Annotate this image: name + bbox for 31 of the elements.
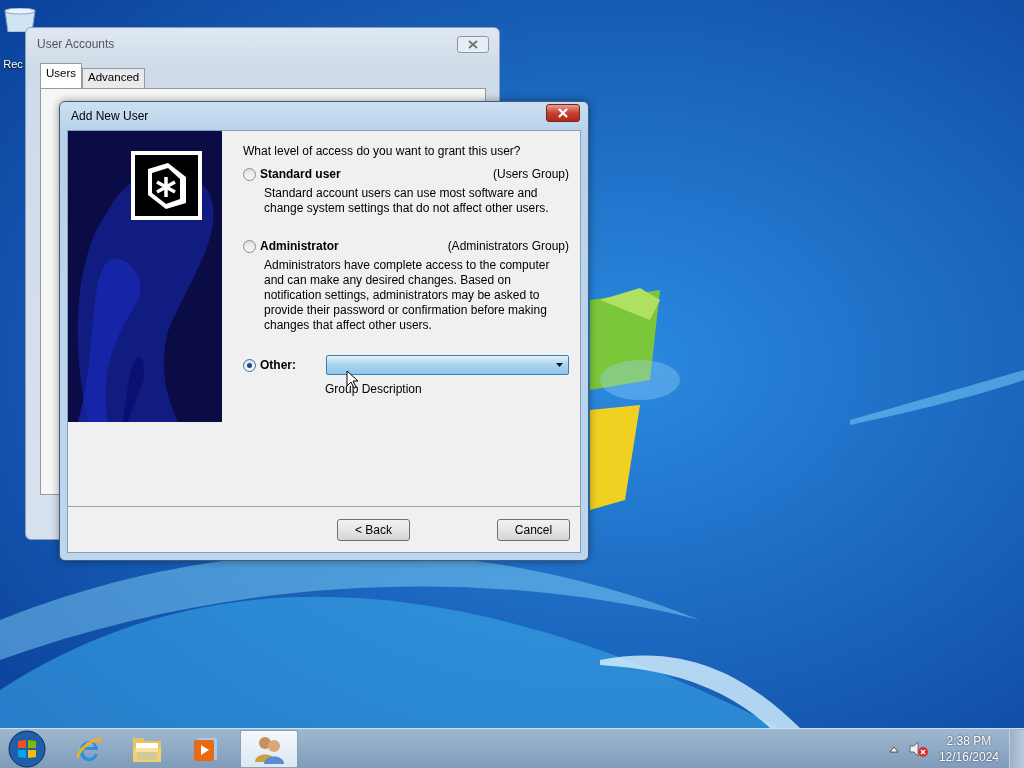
desktop-icon-label[interactable]: Rec	[3, 58, 23, 70]
cancel-button[interactable]: Cancel	[497, 518, 570, 541]
tab[interactable]: Users	[40, 63, 83, 88]
back-button[interactable]: < Back	[337, 518, 410, 541]
radio-button[interactable]	[243, 239, 256, 253]
dropdown-arrow-icon	[556, 363, 563, 367]
radio-button[interactable]	[243, 167, 256, 181]
muted-speaker-icon[interactable]	[908, 740, 929, 757]
clock-date: 12/16/2024	[938, 748, 999, 765]
recycle-bin-icon[interactable]	[2, 8, 38, 32]
option-description: Administrators have complete access to the computer and can make any desired changes. Based on notification settings, administrators may be asked to provide their password or confirmation before making changes that affect other users.	[263, 258, 551, 333]
option-label: Other:	[260, 358, 297, 372]
show-hidden-icons-icon[interactable]	[888, 744, 899, 753]
window-title: Add New User	[71, 109, 149, 123]
option-label: Administrator	[260, 239, 339, 253]
group-description-label: Group Description	[325, 382, 422, 396]
group-name: (Administrators Group)	[447, 239, 569, 253]
window-title: User Accounts	[37, 37, 115, 51]
group-name: (Users Group)	[493, 167, 569, 181]
close-button[interactable]	[546, 104, 580, 122]
close-icon	[556, 108, 570, 118]
option-description: Standard account users can use most software and change system settings that do not affect other users.	[263, 186, 550, 216]
clock-time: 2:38 PM	[946, 732, 992, 749]
question-text: What level of access do you want to grant this user?	[243, 144, 522, 158]
start-button[interactable]	[8, 729, 46, 768]
option-label: Standard user	[260, 167, 341, 181]
group-dropdown[interactable]	[326, 355, 569, 375]
taskbar-button[interactable]	[240, 729, 298, 768]
close-icon	[467, 39, 479, 49]
radio-button[interactable]	[243, 358, 256, 372]
tab[interactable]: Advanced	[82, 68, 146, 88]
